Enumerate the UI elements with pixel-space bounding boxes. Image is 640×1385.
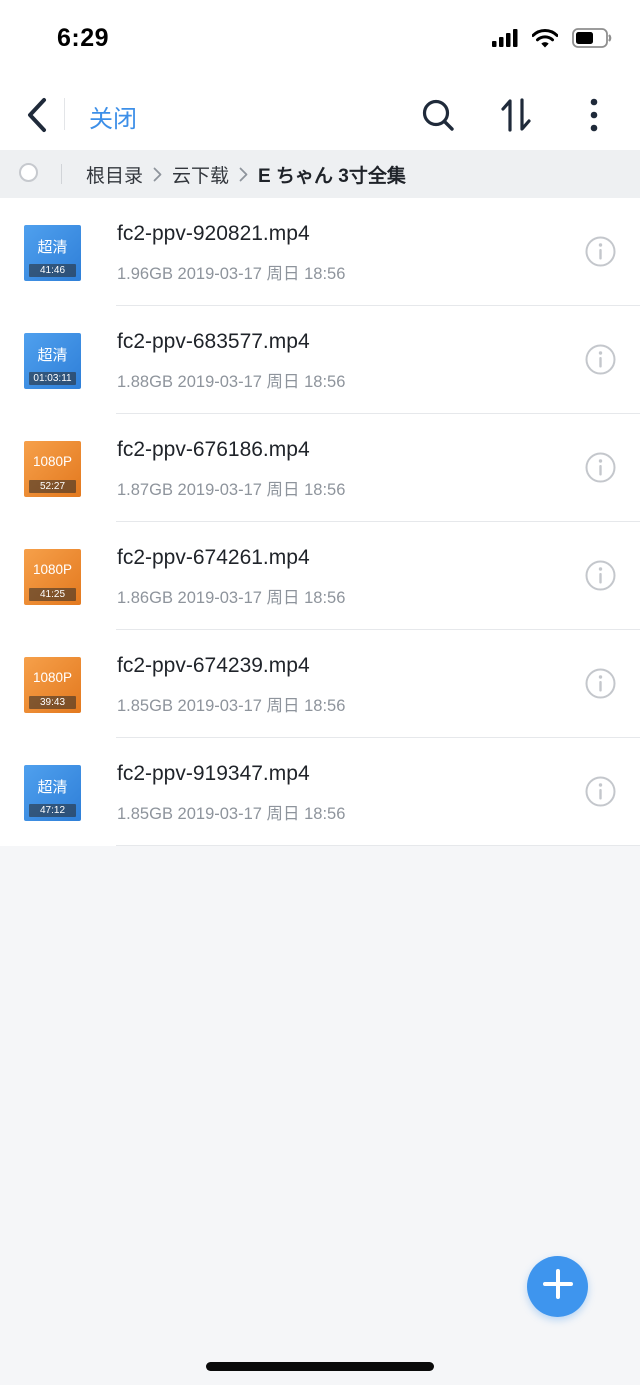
more-button[interactable] [571, 94, 617, 140]
file-name: fc2-ppv-674261.mp4 [117, 546, 310, 569]
breadcrumb-item-cloud-download[interactable]: 云下载 [172, 161, 229, 188]
info-button[interactable] [585, 560, 616, 591]
video-thumbnail: 超清 01:03:11 [24, 333, 81, 389]
file-meta: 1.85GB 2019-03-17 周日 18:56 [117, 697, 346, 715]
home-indicator [206, 1362, 434, 1371]
file-meta: 1.96GB 2019-03-17 周日 18:56 [117, 265, 346, 283]
more-icon [589, 98, 599, 137]
quality-label: 超清 [37, 779, 68, 796]
info-button[interactable] [585, 452, 616, 483]
quality-label: 超清 [37, 239, 68, 256]
file-row[interactable]: 1080P 52:27 fc2-ppv-676186.mp4 1.87GB 20… [0, 414, 640, 522]
nav-bar: 关闭 [0, 84, 640, 150]
video-thumbnail: 1080P 39:43 [24, 657, 81, 713]
quality-label: 1080P [32, 670, 73, 685]
breadcrumb-item-root[interactable]: 根目录 [86, 161, 143, 188]
file-name: fc2-ppv-919347.mp4 [117, 762, 310, 785]
add-button[interactable] [527, 1256, 588, 1317]
status-time: 6:29 [57, 24, 110, 52]
select-all-checkbox[interactable] [19, 163, 38, 182]
file-meta: 1.87GB 2019-03-17 周日 18:56 [117, 481, 346, 499]
duration-label: 01:03:11 [29, 372, 76, 385]
info-icon [585, 668, 616, 699]
quality-label: 超清 [37, 347, 68, 364]
file-row[interactable]: 超清 47:12 fc2-ppv-919347.mp4 1.85GB 2019-… [0, 738, 640, 846]
duration-label: 41:46 [29, 264, 76, 277]
file-row[interactable]: 超清 01:03:11 fc2-ppv-683577.mp4 1.88GB 20… [0, 306, 640, 414]
breadcrumb-divider [61, 164, 62, 184]
chevron-right-icon [239, 167, 248, 182]
video-thumbnail: 1080P 41:25 [24, 549, 81, 605]
file-row[interactable]: 超清 41:46 fc2-ppv-920821.mp4 1.96GB 2019-… [0, 198, 640, 306]
info-button[interactable] [585, 668, 616, 699]
quality-label: 1080P [32, 454, 73, 469]
duration-label: 52:27 [29, 480, 76, 493]
wifi-icon [531, 28, 559, 53]
file-name: fc2-ppv-920821.mp4 [117, 222, 310, 245]
file-meta: 1.86GB 2019-03-17 周日 18:56 [117, 589, 346, 607]
status-bar: 6:29 [0, 0, 640, 84]
breadcrumb: 根目录 云下载 E ちゃん 3寸全集 [86, 150, 406, 198]
back-button[interactable] [16, 96, 56, 138]
duration-label: 47:12 [29, 804, 76, 817]
battery-icon [572, 28, 612, 53]
nav-divider [64, 98, 65, 130]
sort-icon [500, 97, 532, 138]
quality-label: 1080P [32, 562, 73, 577]
chevron-right-icon [153, 167, 162, 182]
breadcrumb-item-current: E ちゃん 3寸全集 [258, 165, 406, 187]
status-icons [492, 28, 612, 53]
info-button[interactable] [585, 344, 616, 375]
info-button[interactable] [585, 236, 616, 267]
back-arrow-icon [25, 97, 47, 138]
plus-icon [542, 1268, 574, 1305]
row-divider [116, 845, 640, 846]
info-icon [585, 776, 616, 807]
file-name: fc2-ppv-683577.mp4 [117, 330, 310, 353]
info-icon [585, 560, 616, 591]
video-thumbnail: 超清 47:12 [24, 765, 81, 821]
breadcrumb-bar: 根目录 云下载 E ちゃん 3寸全集 [0, 150, 640, 198]
file-row[interactable]: 1080P 39:43 fc2-ppv-674239.mp4 1.85GB 20… [0, 630, 640, 738]
signal-icon [492, 29, 518, 52]
info-icon [585, 236, 616, 267]
search-icon [421, 98, 455, 137]
duration-label: 41:25 [29, 588, 76, 601]
video-thumbnail: 超清 41:46 [24, 225, 81, 281]
info-icon [585, 452, 616, 483]
info-icon [585, 344, 616, 375]
duration-label: 39:43 [29, 696, 76, 709]
file-row[interactable]: 1080P 41:25 fc2-ppv-674261.mp4 1.86GB 20… [0, 522, 640, 630]
info-button[interactable] [585, 776, 616, 807]
file-meta: 1.88GB 2019-03-17 周日 18:56 [117, 373, 346, 391]
sort-button[interactable] [493, 94, 539, 140]
video-thumbnail: 1080P 52:27 [24, 441, 81, 497]
close-button[interactable]: 关闭 [89, 99, 137, 134]
file-meta: 1.85GB 2019-03-17 周日 18:56 [117, 805, 346, 823]
file-name: fc2-ppv-674239.mp4 [117, 654, 310, 677]
file-name: fc2-ppv-676186.mp4 [117, 438, 310, 461]
search-button[interactable] [415, 94, 461, 140]
file-list: 超清 41:46 fc2-ppv-920821.mp4 1.96GB 2019-… [0, 198, 640, 846]
